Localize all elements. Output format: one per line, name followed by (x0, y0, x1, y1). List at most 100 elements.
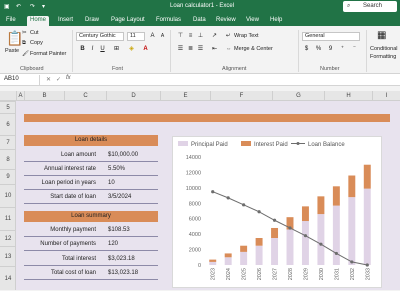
loan-amount-value[interactable]: $10,000.00 (108, 152, 138, 158)
orientation-icon[interactable]: ↗ (210, 32, 219, 41)
wrap-text-icon[interactable]: ↵ (226, 33, 231, 39)
tab-file[interactable]: File (6, 16, 16, 26)
currency-format-button[interactable]: $ (302, 45, 311, 54)
start-date-value[interactable]: 3/5/2024 (108, 194, 131, 200)
monthly-payment-value[interactable]: $108.53 (108, 227, 130, 233)
bar-principal (332, 205, 340, 265)
row-header[interactable]: 12 (0, 230, 16, 246)
font-name-value: Century Gothic (79, 33, 116, 39)
column-header[interactable]: C (64, 91, 106, 101)
percent-format-button[interactable]: % (314, 45, 323, 54)
paste-icon[interactable]: 📋 (6, 30, 23, 47)
column-header[interactable]: A (16, 91, 24, 101)
copy-button[interactable]: Copy (30, 40, 43, 46)
conditional-formatting-label-1[interactable]: Conditional (370, 46, 398, 52)
merge-center-button[interactable]: Merge & Center (234, 46, 273, 52)
tab-data[interactable]: Data (193, 16, 206, 26)
column-header[interactable]: E (160, 91, 210, 101)
align-right-icon[interactable]: ☰ (196, 45, 205, 54)
format-painter-icon[interactable]: 🖌 (22, 51, 29, 57)
y-tick-label: 2000 (189, 248, 201, 254)
row-header[interactable]: 14 (0, 266, 16, 290)
enter-icon[interactable]: ✓ (56, 76, 61, 83)
increase-decimal-icon[interactable]: ⁺ (338, 45, 347, 54)
decrease-decimal-icon[interactable]: ⁻ (350, 45, 359, 54)
column-header[interactable]: H (324, 91, 372, 101)
align-left-icon[interactable]: ☰ (176, 45, 185, 54)
point-loan-balance (319, 242, 323, 246)
point-loan-balance (303, 234, 308, 238)
interest-rate-value[interactable]: 5.50% (108, 166, 125, 172)
number-format-select[interactable]: General (302, 32, 360, 41)
decrease-indent-icon[interactable]: ⇤ (210, 45, 219, 54)
select-all-corner[interactable] (0, 91, 16, 101)
tab-home[interactable]: Home (27, 16, 50, 26)
tab-page-layout[interactable]: Page Layout (111, 16, 145, 26)
y-tick-label: 6000 (189, 217, 201, 223)
undo-icon[interactable]: ↶ (16, 3, 21, 10)
align-top-icon[interactable]: ⊤ (176, 32, 185, 41)
bar-interest (271, 227, 279, 238)
cut-icon[interactable]: ✂ (22, 30, 27, 36)
total-interest-value[interactable]: $3,023.18 (108, 256, 135, 262)
column-header[interactable]: F (210, 91, 272, 101)
loan-period-value[interactable]: 10 (108, 180, 115, 186)
chart-svg: Principal Paid Interest Paid Loan Balance 0… (178, 141, 371, 280)
column-header[interactable]: B (24, 91, 64, 101)
tab-formulas[interactable]: Formulas (156, 16, 181, 26)
conditional-formatting-label-2[interactable]: Formatting (370, 54, 396, 60)
row-header[interactable]: 10 (0, 184, 16, 207)
row-header[interactable]: 9 (0, 169, 16, 184)
search-box[interactable]: ⌕ Search (343, 1, 397, 12)
bold-button[interactable]: B (78, 45, 87, 54)
align-bottom-icon[interactable]: ⊥ (196, 32, 205, 41)
borders-icon[interactable]: ⊞ (112, 45, 121, 54)
quick-access-more-icon[interactable]: ▾ (42, 3, 45, 10)
italic-button[interactable]: I (88, 45, 97, 54)
name-box[interactable]: AB10 (2, 75, 40, 85)
tab-insert[interactable]: Insert (58, 16, 73, 26)
decrease-font-icon[interactable]: A (158, 32, 167, 41)
comma-format-button[interactable]: 9 (326, 45, 335, 54)
tab-view[interactable]: View (246, 16, 259, 26)
font-color-icon[interactable]: A (141, 45, 150, 54)
column-header[interactable]: G (272, 91, 324, 101)
cancel-icon[interactable]: ✕ (46, 76, 51, 83)
fx-button[interactable]: fx (66, 75, 71, 81)
total-cost-value[interactable]: $13,023.18 (108, 270, 138, 276)
tab-review[interactable]: Review (216, 16, 236, 26)
paste-button[interactable]: Paste (5, 48, 19, 54)
row-header[interactable]: 5 (0, 101, 16, 113)
cut-button[interactable]: Cut (30, 30, 39, 36)
row-header[interactable]: 11 (0, 207, 16, 230)
column-header[interactable]: D (106, 91, 160, 101)
redo-icon[interactable]: ↷ (30, 3, 35, 10)
font-name-select[interactable]: Century Gothic (76, 32, 124, 41)
number-of-payments-value[interactable]: 120 (108, 241, 118, 247)
underline-button[interactable]: U (98, 45, 107, 54)
conditional-formatting-icon[interactable]: ▦ (377, 30, 386, 41)
increase-font-icon[interactable]: A (148, 32, 157, 41)
formula-input[interactable] (80, 75, 396, 85)
format-painter-button[interactable]: Format Painter (30, 51, 66, 57)
row-header[interactable]: 7 (0, 135, 16, 149)
row-header[interactable]: 6 (0, 113, 16, 135)
loan-chart[interactable]: Principal Paid Interest Paid Loan Balance 0… (172, 136, 382, 288)
legend-label-interest: Interest Paid (254, 142, 288, 148)
row-header[interactable]: 8 (0, 149, 16, 169)
legend-swatch-interest (241, 141, 251, 146)
fill-color-icon[interactable]: ◈ (127, 45, 136, 54)
tab-help[interactable]: Help (270, 16, 282, 26)
align-middle-icon[interactable]: ≡ (186, 32, 195, 41)
group-separator (170, 30, 171, 72)
font-size-select[interactable]: 11 (127, 32, 145, 41)
merge-center-icon[interactable]: ⇔ (226, 46, 232, 52)
interest-rate-label: Annual interest rate (43, 166, 96, 172)
row-header[interactable]: 13 (0, 246, 16, 266)
column-header[interactable]: I (372, 91, 400, 101)
tab-draw[interactable]: Draw (85, 16, 99, 26)
wrap-text-button[interactable]: Wrap Text (234, 33, 259, 39)
autosave-icon[interactable]: ▣ (4, 3, 10, 10)
align-center-icon[interactable]: ≣ (186, 45, 195, 54)
copy-icon[interactable]: ⧉ (22, 40, 26, 47)
